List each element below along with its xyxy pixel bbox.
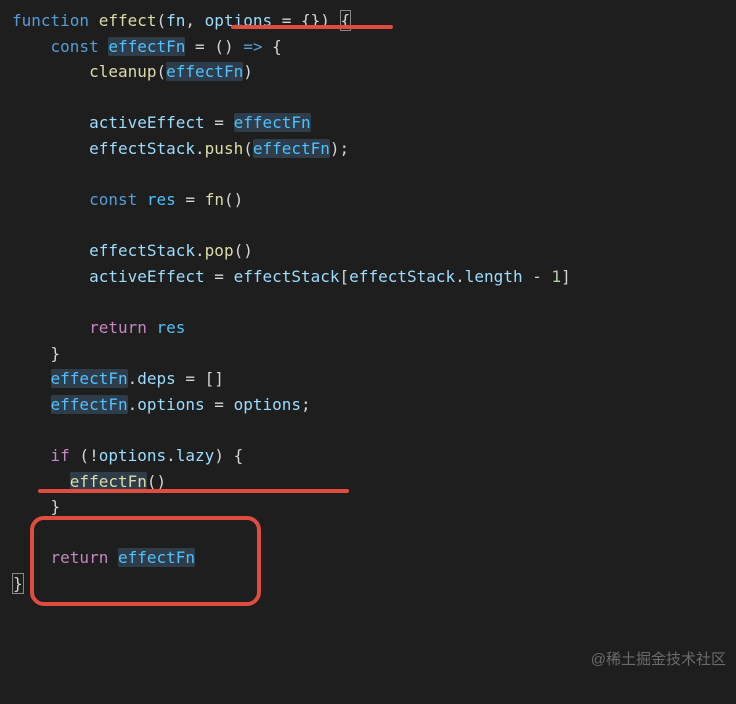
code-line-blank-2 [12,162,724,188]
code-line-blank-3 [12,213,724,239]
code-line-blank-1 [12,85,724,111]
code-line-10: } [12,341,724,367]
watermark: @稀土掘金技术社区 [591,648,726,672]
annotation-redbox [30,516,261,606]
code-line-blank-4 [12,290,724,316]
code-line-3: cleanup(effectFn) [12,59,724,85]
annotation-underline-1 [231,25,393,29]
code-line-8: activeEffect = effectStack[effectStack.l… [12,264,724,290]
code-line-blank-5 [12,418,724,444]
code-line-9: return res [12,315,724,341]
code-line-2: const effectFn = () => { [12,34,724,60]
code-line-12: effectFn.options = options; [12,392,724,418]
code-editor[interactable]: function effect(fn, options = {}) { cons… [12,8,724,597]
annotation-underline-2 [38,489,349,493]
code-line-7: effectStack.pop() [12,238,724,264]
code-line-4: activeEffect = effectFn [12,110,724,136]
code-line-11: effectFn.deps = [] [12,366,724,392]
code-line-5: effectStack.push(effectFn); [12,136,724,162]
code-line-6: const res = fn() [12,187,724,213]
code-line-13: if (!options.lazy) { [12,443,724,469]
code-line-1: function effect(fn, options = {}) { [12,8,724,34]
